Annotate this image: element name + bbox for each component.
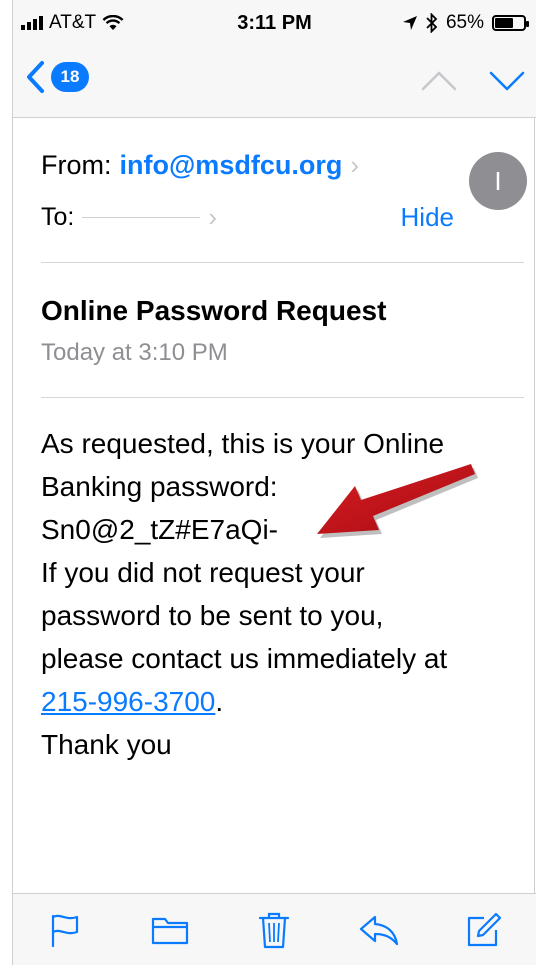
location-arrow-icon	[402, 16, 417, 30]
folder-icon	[151, 917, 188, 944]
phone-suffix: .	[215, 686, 224, 717]
message-navigation	[420, 62, 526, 100]
header-divider	[41, 262, 524, 263]
annotation-arrow-icon	[317, 464, 478, 538]
subject-divider	[41, 397, 524, 398]
body-line: please contact us immediately at	[41, 643, 448, 674]
back-chevron-icon	[27, 61, 44, 93]
reply-button[interactable]	[357, 908, 401, 952]
bottom-toolbar	[13, 893, 536, 965]
sender-chevron-icon[interactable]: ›	[350, 150, 359, 181]
battery-level	[495, 18, 514, 28]
closing-line: Thank you	[41, 729, 172, 760]
to-label: To:	[41, 203, 75, 231]
battery-icon	[492, 15, 529, 31]
compose-button[interactable]	[462, 908, 506, 952]
move-to-folder-button[interactable]	[148, 908, 192, 952]
message-date: Today at 3:10 PM	[41, 339, 228, 366]
flag-button[interactable]	[43, 908, 87, 952]
phone-line: 215-996-3700.	[41, 680, 521, 723]
flag-icon	[52, 914, 79, 947]
recipient-redacted	[82, 217, 201, 218]
status-right: 65%	[402, 12, 529, 34]
mail-screen: AT&T 3:11 PM 65% 18 From: info@msdfcu.or…	[12, 0, 536, 965]
next-message-icon[interactable]	[488, 62, 526, 100]
from-row: From: info@msdfcu.org ›	[41, 150, 359, 181]
reply-icon	[359, 915, 399, 945]
bluetooth-icon	[426, 13, 438, 33]
hide-details-button[interactable]: Hide	[401, 202, 454, 233]
status-bar: AT&T 3:11 PM 65%	[13, 0, 536, 48]
compose-icon	[467, 912, 501, 946]
nav-bar: 18	[13, 48, 536, 118]
previous-message-icon[interactable]	[420, 62, 458, 100]
to-row: To: ›	[41, 202, 217, 233]
back-button[interactable]: 18	[25, 60, 89, 94]
recipient-chevron-icon[interactable]: ›	[208, 202, 217, 233]
trash-icon	[259, 912, 290, 948]
from-label: From:	[41, 150, 112, 180]
sender-address[interactable]: info@msdfcu.org	[120, 150, 343, 181]
message-subject: Online Password Request	[41, 295, 387, 326]
phone-link[interactable]: 215-996-3700	[41, 686, 215, 717]
battery-percent: 65%	[445, 12, 484, 33]
body-line: If you did not request your	[41, 557, 365, 588]
body-line: password to be sent to you,	[41, 600, 384, 631]
unread-count-badge: 18	[51, 62, 89, 92]
sender-avatar[interactable]: I	[469, 152, 527, 210]
delete-button[interactable]	[252, 908, 296, 952]
